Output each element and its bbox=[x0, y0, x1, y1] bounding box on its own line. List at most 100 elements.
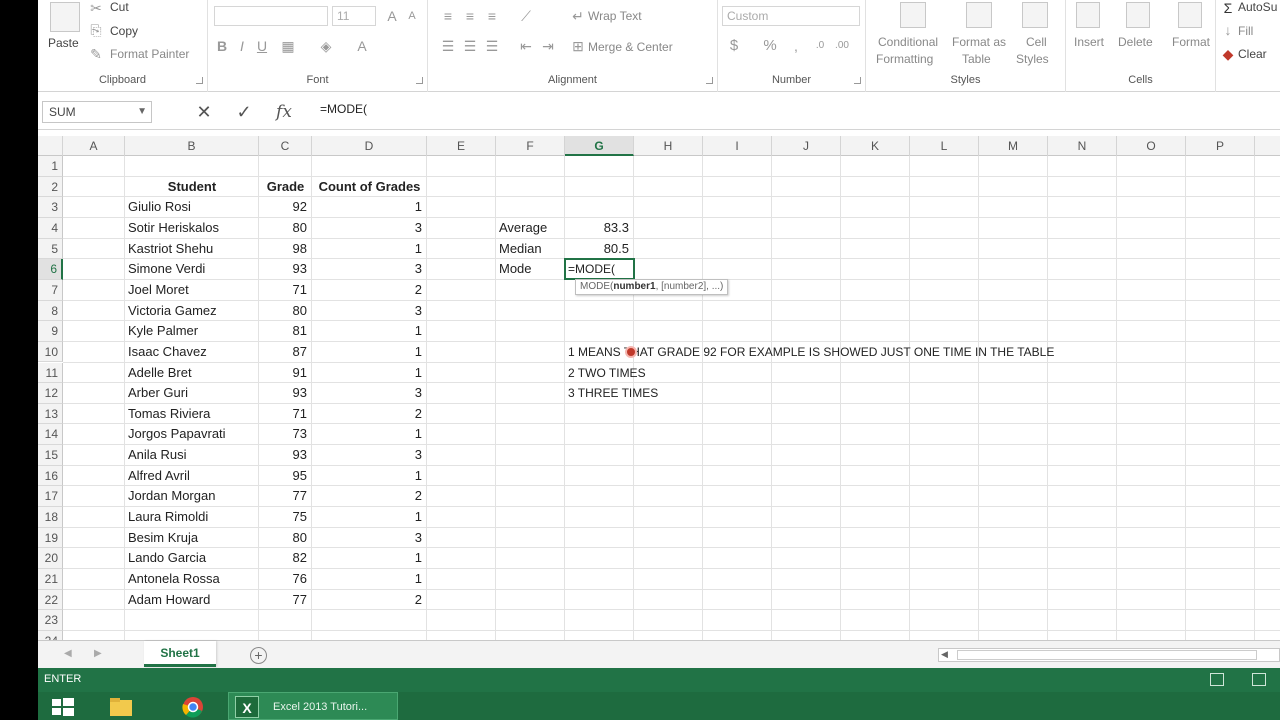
conditional-formatting-line1[interactable]: Conditional bbox=[878, 35, 938, 49]
row-header-18[interactable]: 18 bbox=[38, 507, 63, 528]
font-color-icon[interactable]: A bbox=[354, 38, 370, 54]
grade-cell[interactable]: 92 bbox=[259, 197, 312, 217]
count-cell[interactable]: 1 bbox=[312, 342, 427, 362]
orientation-icon[interactable]: ⟋ bbox=[518, 8, 534, 24]
column-header-c[interactable]: C bbox=[259, 136, 312, 156]
scroll-right-icon[interactable]: ▶ bbox=[94, 648, 102, 659]
cell-styles-line1[interactable]: Cell bbox=[1026, 35, 1047, 49]
clipboard-launcher-icon[interactable] bbox=[196, 77, 203, 84]
student-name-cell[interactable]: Jordan Morgan bbox=[125, 486, 259, 506]
row-header-6[interactable]: 6 bbox=[38, 259, 63, 280]
row-header-15[interactable]: 15 bbox=[38, 445, 63, 466]
column-header-p[interactable]: P bbox=[1186, 136, 1255, 156]
row-header-1[interactable]: 1 bbox=[38, 156, 63, 177]
excel-taskbar-button[interactable]: X Excel 2013 Tutori... bbox=[228, 692, 398, 720]
borders-icon[interactable]: ▦ bbox=[280, 38, 296, 54]
row-header-3[interactable]: 3 bbox=[38, 197, 63, 218]
column-header-j[interactable]: J bbox=[772, 136, 841, 156]
decrease-decimal-icon[interactable]: .00 bbox=[834, 38, 850, 54]
wrap-text-button[interactable]: Wrap Text bbox=[588, 9, 642, 23]
merge-center-button[interactable]: Merge & Center bbox=[588, 40, 673, 54]
grade-cell[interactable]: 98 bbox=[259, 239, 312, 259]
clear-button[interactable]: Clear bbox=[1238, 47, 1267, 61]
median-label[interactable]: Median bbox=[496, 239, 565, 259]
name-box[interactable]: SUM ▼ bbox=[42, 101, 152, 123]
page-layout-view-icon[interactable] bbox=[1252, 673, 1266, 686]
align-left-icon[interactable]: ☰ bbox=[440, 38, 456, 54]
conditional-formatting-line2[interactable]: Formatting bbox=[876, 52, 933, 66]
fill-color-icon[interactable]: ◈ bbox=[318, 38, 334, 54]
comma-style-icon[interactable]: , bbox=[788, 38, 804, 54]
mode-label[interactable]: Mode bbox=[496, 259, 565, 279]
file-explorer-icon[interactable] bbox=[108, 695, 134, 719]
cell-styles-line2[interactable]: Styles bbox=[1016, 52, 1049, 66]
row-header-22[interactable]: 22 bbox=[38, 589, 63, 611]
note-line[interactable]: 3 THREE TIMES bbox=[565, 383, 1185, 403]
percent-button[interactable]: % bbox=[762, 38, 778, 54]
count-cell[interactable]: 3 bbox=[312, 301, 427, 321]
count-cell[interactable]: 2 bbox=[312, 404, 427, 424]
shrink-font-icon[interactable]: A bbox=[404, 8, 420, 24]
student-name-cell[interactable]: Besim Kruja bbox=[125, 528, 259, 548]
fill-button[interactable]: Fill bbox=[1238, 24, 1253, 38]
column-header-e[interactable]: E bbox=[427, 136, 496, 156]
copy-button[interactable]: Copy bbox=[110, 24, 138, 38]
decrease-indent-icon[interactable]: ⇤ bbox=[518, 38, 534, 54]
scrollbar-thumb[interactable] bbox=[957, 650, 1257, 660]
column-header-n[interactable]: N bbox=[1048, 136, 1117, 156]
enter-icon[interactable]: ✓ bbox=[232, 101, 256, 123]
align-middle-icon[interactable]: ≡ bbox=[462, 8, 478, 24]
scroll-left-arrow-icon[interactable]: ◀ bbox=[941, 649, 948, 660]
column-header-f[interactable]: F bbox=[496, 136, 565, 156]
student-name-cell[interactable]: Tomas Riviera bbox=[125, 404, 259, 424]
header-count-of-grades[interactable]: Count of Grades bbox=[312, 177, 427, 197]
header-grade[interactable]: Grade bbox=[259, 177, 312, 197]
increase-decimal-icon[interactable]: .0 bbox=[812, 38, 828, 54]
format-icon[interactable] bbox=[1178, 2, 1202, 28]
add-sheet-icon[interactable]: + bbox=[250, 647, 267, 664]
count-cell[interactable]: 3 bbox=[312, 218, 427, 238]
grade-cell[interactable]: 80 bbox=[259, 528, 312, 548]
grade-cell[interactable]: 75 bbox=[259, 507, 312, 527]
row-header-10[interactable]: 10 bbox=[38, 341, 63, 363]
row-header-21[interactable]: 21 bbox=[38, 569, 63, 590]
grade-cell[interactable]: 77 bbox=[259, 486, 312, 506]
count-cell[interactable]: 1 bbox=[312, 239, 427, 259]
header-student[interactable]: Student bbox=[125, 177, 259, 197]
chevron-down-icon[interactable]: ▼ bbox=[137, 102, 147, 122]
autosum-button[interactable]: AutoSu bbox=[1238, 0, 1277, 14]
median-value[interactable]: 80.5 bbox=[565, 239, 634, 259]
grade-cell[interactable]: 71 bbox=[259, 280, 312, 300]
bold-button[interactable]: B bbox=[214, 38, 230, 54]
horizontal-scrollbar[interactable]: ◀ bbox=[938, 648, 1280, 662]
row-header-8[interactable]: 8 bbox=[38, 300, 63, 322]
column-header-b[interactable]: B bbox=[125, 136, 259, 156]
underline-button[interactable]: U bbox=[254, 38, 270, 54]
student-name-cell[interactable]: Sotir Heriskalos bbox=[125, 218, 259, 238]
grade-cell[interactable]: 80 bbox=[259, 301, 312, 321]
student-name-cell[interactable]: Isaac Chavez bbox=[125, 342, 259, 362]
student-name-cell[interactable]: Laura Rimoldi bbox=[125, 507, 259, 527]
count-cell[interactable]: 3 bbox=[312, 259, 427, 279]
active-cell-input[interactable]: =MODE( bbox=[568, 260, 615, 279]
italic-button[interactable]: I bbox=[234, 38, 250, 54]
row-header-20[interactable]: 20 bbox=[38, 548, 63, 569]
row-header-12[interactable]: 12 bbox=[38, 383, 63, 404]
count-cell[interactable]: 1 bbox=[312, 466, 427, 486]
insert-function-icon[interactable]: fx bbox=[272, 101, 296, 123]
row-header-11[interactable]: 11 bbox=[38, 362, 63, 384]
row-header-16[interactable]: 16 bbox=[38, 465, 63, 487]
grade-cell[interactable]: 76 bbox=[259, 569, 312, 589]
grade-cell[interactable]: 73 bbox=[259, 424, 312, 444]
note-line[interactable]: 2 TWO TIMES bbox=[565, 363, 1185, 383]
student-name-cell[interactable]: Antonela Rossa bbox=[125, 569, 259, 589]
student-name-cell[interactable]: Kyle Palmer bbox=[125, 321, 259, 341]
active-cell-g6[interactable]: =MODE( bbox=[564, 258, 635, 281]
grade-cell[interactable]: 87 bbox=[259, 342, 312, 362]
tab-sheet1[interactable]: Sheet1 bbox=[144, 641, 216, 667]
row-header-24[interactable]: 24 bbox=[38, 630, 63, 640]
number-launcher-icon[interactable] bbox=[854, 77, 861, 84]
student-name-cell[interactable]: Giulio Rosi bbox=[125, 197, 259, 217]
number-format-box[interactable]: Custom bbox=[722, 6, 860, 26]
format-button[interactable]: Format bbox=[1172, 35, 1210, 49]
